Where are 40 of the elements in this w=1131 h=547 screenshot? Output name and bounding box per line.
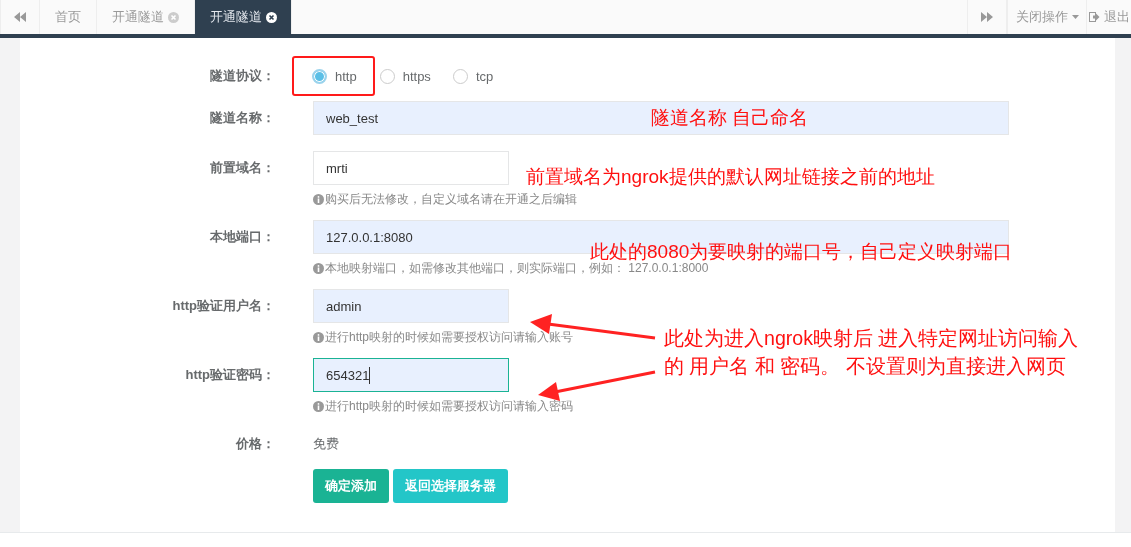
radio-button[interactable]: [452, 68, 468, 84]
radio-button[interactable]: [312, 68, 327, 84]
text-field[interactable]: mrti: [313, 151, 509, 185]
info-icon: [313, 400, 324, 412]
field-label: http验证密码：: [184, 366, 275, 384]
double-right-arrow-icon: [981, 12, 993, 22]
text-field[interactable]: admin: [313, 289, 509, 323]
field-label: http验证用户名：: [171, 297, 275, 315]
highlighted-radio-option[interactable]: http: [292, 56, 375, 96]
radio-label: http: [335, 68, 357, 84]
scroll-left-button[interactable]: [0, 0, 40, 34]
help-text: 本地映射端口，如需修改其他端口，则实际端口，例如： 127.0.0.1:8000: [325, 260, 709, 277]
annotation-text: 此处为进入ngrok映射后 进入特定网址访问输入的 用户名 和 密码。 不设置则为直接进入网页: [664, 326, 1080, 379]
scroll-right-button[interactable]: [967, 0, 1007, 34]
caret-icon: [1071, 15, 1079, 19]
info-icon: [313, 193, 324, 205]
sign-out-icon: [1088, 12, 1100, 22]
text-field[interactable]: web_test 隧道名称 自己命名: [313, 101, 1009, 135]
page-tab[interactable]: 开通隧道: [195, 0, 292, 34]
annotation-text: 隧道名称 自己命名: [651, 106, 810, 130]
annotation-text: 前置域名为ngrok提供的默认网址链接之前的地址: [526, 165, 936, 189]
field-label: 隧道协议：: [209, 67, 275, 85]
radio-button[interactable]: [379, 68, 395, 84]
radio-option[interactable]: https: [377, 56, 451, 96]
field-label: 前置域名：: [209, 159, 275, 177]
price-value: 免费: [313, 436, 339, 451]
text-cursor: [369, 366, 371, 384]
field-label: 隧道名称：: [209, 109, 275, 127]
info-icon: [313, 262, 324, 274]
double-left-arrow-icon: [14, 12, 26, 22]
help-text: 进行http映射的时候如需要授权访问请输入密码: [325, 397, 573, 415]
help-text: 购买后无法修改，自定义域名请在开通之后编辑: [325, 190, 577, 208]
radio-label: https: [402, 68, 431, 84]
text-field[interactable]: 654321: [313, 358, 509, 392]
help-text: 进行http映射的时候如需要授权访问请输入账号: [325, 328, 573, 346]
field-label: 本地端口：: [209, 228, 275, 246]
radio-option[interactable]: tcp: [450, 56, 514, 96]
field-label: 价格：: [234, 435, 275, 453]
radio-label: tcp: [475, 68, 494, 84]
info-icon: [313, 331, 324, 343]
